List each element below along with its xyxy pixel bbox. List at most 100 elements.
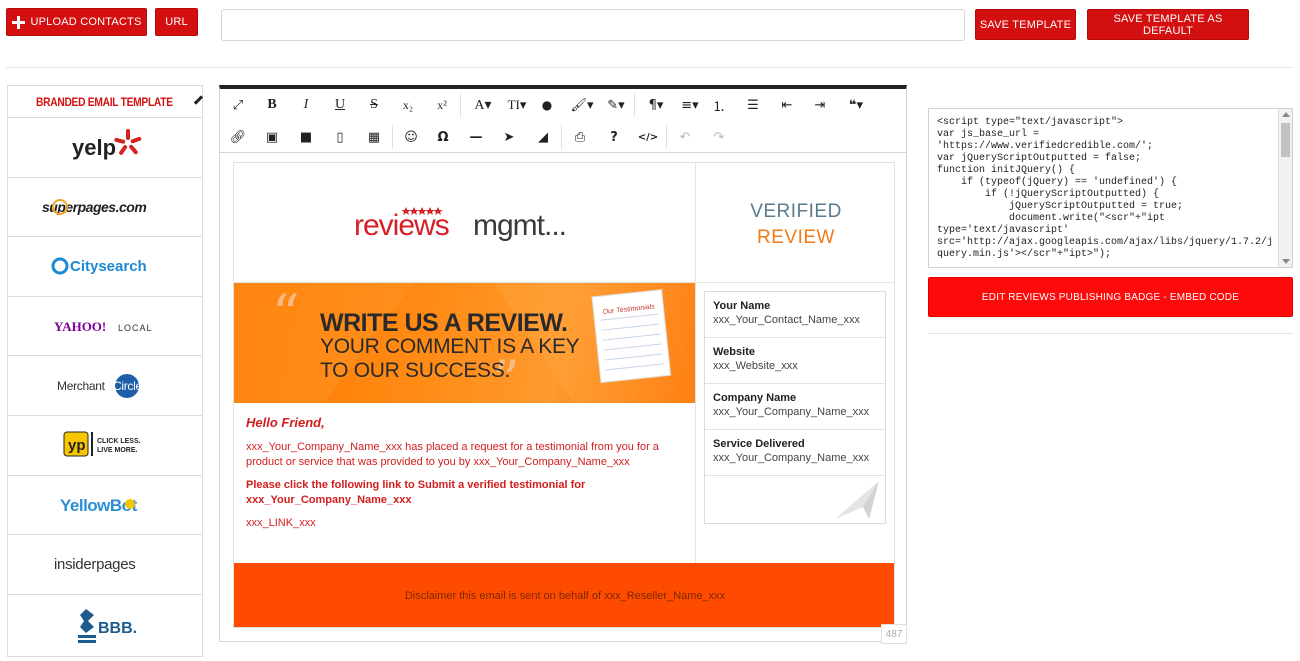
toolbar-divider — [561, 125, 562, 149]
subscript-icon[interactable]: x₂ — [393, 89, 423, 121]
yp-logo-text: yp — [68, 437, 86, 454]
code-scrollbar[interactable] — [1278, 109, 1292, 267]
save-template-button[interactable]: Save Template — [975, 9, 1076, 40]
toolbar-row-2: 🔗︎ ▣ ■ ▯ ▦ ☺ Ω — ➤ ◢ ⎙ ? </> ↶ ↷ — [220, 121, 906, 153]
info-label: Company Name — [713, 392, 797, 404]
bbb-logo-icon: BBB. — [78, 608, 137, 643]
character-count: 487 — [881, 624, 907, 644]
font-size-icon[interactable]: TI▾ — [499, 89, 535, 121]
underline-icon[interactable]: U — [325, 89, 355, 121]
reviews-mgmt-logo: reviews mgmt... — [354, 203, 584, 243]
bold-icon[interactable]: B — [257, 89, 287, 121]
sidebar-item-yelp[interactable]: yelp — [8, 118, 202, 178]
template-dropdown[interactable]: BRANDED EMAIL TEMPLATE — [8, 86, 204, 118]
sidebar-item-yahoo-local[interactable]: YAHOO! LOCAL — [8, 297, 202, 357]
top-bar: Upload Contacts URL Save Template Save T… — [0, 0, 1300, 68]
code-view-icon[interactable]: </> — [633, 121, 663, 153]
image-icon[interactable]: ▣ — [257, 121, 287, 153]
disclaimer-footer: Disclaimer this email is sent on behalf … — [234, 563, 894, 627]
magic-wand-icon[interactable]: ✎▾ — [598, 89, 634, 121]
merchant-logo-text: Merchant — [57, 379, 106, 393]
sidebar-item-superpages[interactable]: superpages.com — [8, 178, 202, 238]
yahoo-local-sub-text: LOCAL — [118, 323, 153, 333]
font-family-icon[interactable]: A▾ — [465, 89, 501, 121]
sidebar-item-bbb[interactable]: BBB. — [8, 595, 202, 655]
sidebar-item-yellowbot[interactable]: YellowBot — [8, 476, 202, 536]
save-template-default-button[interactable]: Save Template as Default — [1087, 9, 1249, 40]
help-icon[interactable]: ? — [599, 121, 629, 153]
info-label: Website — [713, 346, 755, 358]
ordered-list-icon[interactable]: ⒈ — [704, 89, 734, 121]
scroll-down-icon[interactable] — [1282, 259, 1290, 264]
paper-plane-icon — [835, 481, 879, 519]
strikethrough-icon[interactable]: S — [359, 89, 389, 121]
fullscreen-icon[interactable]: ⤢ — [223, 89, 253, 121]
info-label: Service Delivered — [713, 438, 805, 450]
yp-sub1-text: CLICK LESS. — [97, 438, 141, 445]
citysearch-logo-icon: Citysearch — [51, 257, 147, 275]
paragraph-icon[interactable]: ¶▾ — [638, 89, 674, 121]
instruction-paragraph: Please click the following link to Submi… — [246, 479, 586, 506]
undo-icon[interactable]: ↶ — [670, 121, 700, 153]
superscript-icon[interactable]: x² — [427, 89, 457, 121]
review-text: REVIEW — [757, 227, 835, 248]
bbb-logo-text: BBB. — [98, 620, 137, 637]
template-sidebar: BRANDED EMAIL TEMPLATE yelp superpages.c… — [7, 85, 204, 657]
horizontal-rule-icon[interactable]: — — [461, 121, 491, 153]
sidebar-item-insiderpages[interactable]: insiderpages — [8, 535, 202, 595]
url-button[interactable]: URL — [155, 8, 198, 36]
redo-icon[interactable]: ↷ — [704, 121, 734, 153]
color-icon[interactable]: ● — [532, 89, 562, 121]
sidebar-item-citysearch[interactable]: Citysearch — [8, 237, 202, 297]
quote-icon[interactable]: ❝▾ — [838, 89, 874, 121]
table-icon[interactable]: ▦ — [359, 121, 389, 153]
edit-embed-code-button[interactable]: Edit Reviews Publishing Badge - Embed Co… — [928, 277, 1293, 317]
file-icon[interactable]: ▯ — [325, 121, 355, 153]
open-quote-icon: “ — [272, 283, 300, 346]
upload-contacts-button[interactable]: Upload Contacts — [6, 8, 147, 36]
review-banner: “ ” Our Testimonials WRITE US A REVIEW. … — [234, 283, 695, 403]
toolbar-divider — [666, 125, 667, 149]
link-icon[interactable]: 🔗︎ — [223, 121, 253, 153]
info-row-your-name: Your Name xxx_Your_Contact_Name_xxx — [705, 292, 885, 338]
link-placeholder[interactable]: xxx_LINK_xxx — [246, 516, 686, 531]
request-paragraph: xxx_Your_Company_Name_xxx has placed a r… — [246, 441, 659, 468]
logo-mgmt-text: mgmt... — [473, 209, 566, 242]
sidebar-item-merchant-circle[interactable]: Merchant Circle — [8, 356, 202, 416]
scroll-up-icon[interactable] — [1282, 112, 1290, 117]
yahoo-local-logo-icon: YAHOO! LOCAL — [54, 319, 153, 334]
italic-icon[interactable]: I — [291, 89, 321, 121]
testimonial-paper-icon: Our Testimonials — [591, 289, 672, 384]
email-canvas[interactable]: reviews mgmt... VERIFIED REVIEW “ ” Our … — [233, 162, 895, 628]
top-divider — [6, 67, 1293, 68]
logo-reviews-text: reviews — [354, 209, 449, 242]
embed-code-text[interactable]: <script type="text/javascript"> var js_b… — [937, 117, 1279, 261]
paint-brush-icon[interactable]: 🖌︎▾ — [564, 89, 600, 121]
scroll-thumb[interactable] — [1281, 123, 1290, 157]
align-icon[interactable]: ≡▾ — [672, 89, 708, 121]
banner-text: WRITE US A REVIEW. YOUR COMMENT IS A KEY… — [320, 311, 580, 383]
superpages-logo-icon: superpages.com — [42, 198, 147, 215]
clear-format-icon[interactable]: ◢ — [528, 121, 558, 153]
yahoo-logo-text: YAHOO! — [54, 319, 106, 334]
indent-icon[interactable]: ⇥ — [805, 89, 835, 121]
unordered-list-icon[interactable]: ☰ — [738, 89, 768, 121]
yp-sub2-text: LIVE MORE. — [97, 447, 138, 454]
citysearch-logo-text: Citysearch — [70, 258, 147, 275]
print-icon[interactable]: ⎙ — [565, 121, 595, 153]
outdent-icon[interactable]: ⇤ — [772, 89, 802, 121]
embed-code-box[interactable]: <script type="text/javascript"> var js_b… — [928, 108, 1293, 268]
emoji-icon[interactable]: ☺ — [396, 121, 426, 153]
template-dropdown-label: BRANDED EMAIL TEMPLATE — [36, 94, 173, 109]
verified-review-badge: VERIFIED REVIEW — [696, 199, 894, 251]
template-name-input[interactable] — [221, 9, 965, 41]
special-char-icon[interactable]: Ω — [428, 121, 458, 153]
sidebar-item-yp[interactable]: yp CLICK LESS. LIVE MORE. — [8, 416, 202, 476]
email-editor: ⤢ B I U S x₂ x² A▾ TI▾ ● 🖌︎▾ ✎▾ ¶▾ ≡▾ ⒈ … — [219, 85, 907, 644]
insiderpages-logo-icon: insiderpages — [54, 556, 136, 573]
info-value: xxx_Your_Company_Name_xxx — [713, 452, 870, 464]
select-all-icon[interactable]: ➤ — [494, 121, 524, 153]
video-icon[interactable]: ■ — [291, 121, 321, 153]
banner-line-2: YOUR COMMENT IS A KEY — [320, 335, 580, 358]
embed-divider — [928, 333, 1293, 334]
